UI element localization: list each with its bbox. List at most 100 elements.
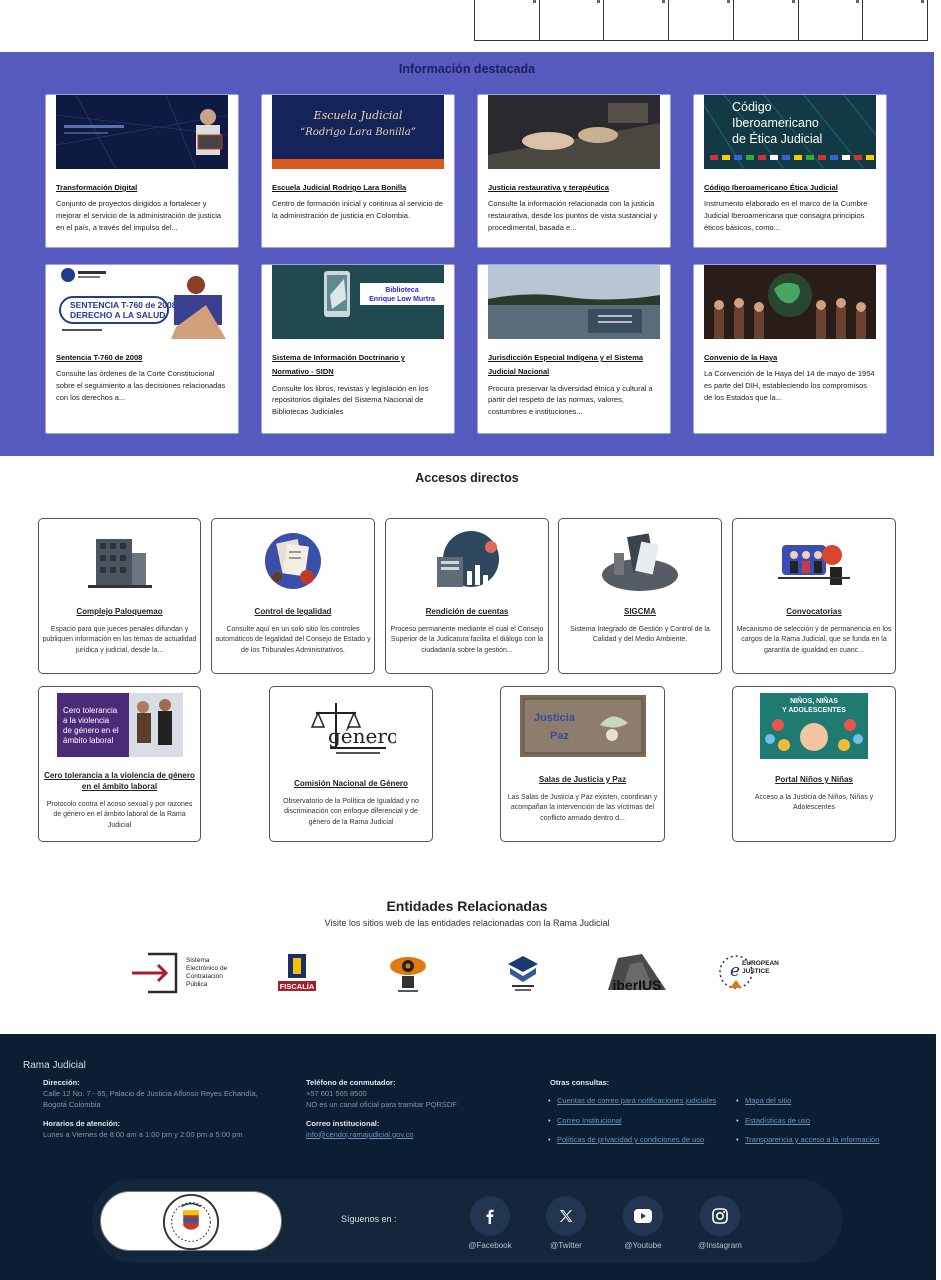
footer-contact-col: Dirección: Calle 12 No. 7 - 65, Palacio … [43,1078,283,1140]
european-justice-logo[interactable]: e EUROPEAN JUSTICE [718,950,782,996]
thumb-text: Justicia [534,712,576,724]
access-complejo-paloquemao[interactable]: Complejo Paloquemao Espacio para que jue… [38,518,201,674]
defensoria-logo[interactable] [506,954,540,992]
logo-text: Contratación [186,973,223,980]
card-title: Escuela Judicial Rodrigo Lara Bonilla [272,183,407,192]
access-cero-tolerancia[interactable]: Cero tolerancia a la violencia de género… [38,686,201,842]
access-desc: Protocolo contra el acoso sexual y por r… [46,800,193,829]
inpec-logo[interactable] [388,952,428,994]
access-title: Portal Niños y Niñas [775,775,853,784]
link-correo-institucional[interactable]: Correo Institucional [548,1116,720,1127]
facebook-icon [470,1196,510,1236]
access-control-legalidad[interactable]: Control de legalidad Consulte aquí en un… [211,518,375,674]
report-chart-icon [437,531,499,587]
justicia-paz-image: Justicia Paz [519,695,646,757]
related-subtitle: Visite los sitios web de las entidades r… [324,918,610,928]
facebook-link[interactable]: @Facebook [460,1196,520,1250]
link-cuentas-correo[interactable]: Cuentas de correo para notificaciones ju… [548,1096,720,1107]
link-mapa-sitio[interactable]: Mapa del sitio [736,1096,916,1107]
card-title: Jurisdicción Especial Indígena y el Sist… [488,353,644,377]
access-title: Comisión Nacional de Género [294,779,408,788]
access-justicia-paz[interactable]: Justicia Paz Salas de Justicia y Paz Las… [500,686,665,842]
link-estadisticas[interactable]: Estadísticas de uso [736,1116,916,1127]
transformacion-digital-image [56,95,228,169]
footer-links-right: Mapa del sitio Estadísticas de uso Trans… [736,1096,916,1155]
address-label: Dirección: [43,1078,80,1087]
footer-brand: Rama Judicial [23,1060,86,1071]
svg-text:Escuela Judicial: Escuela Judicial [313,109,403,122]
access-title: Salas de Justicia y Paz [538,775,627,784]
access-convocatorias[interactable]: Convocatorias Mecanismo de selección y d… [732,518,896,674]
card-sentencia-t760[interactable]: SENTENCIA T-760 de 2008 DERECHO A LA SAL… [45,264,239,434]
card-transformacion-digital[interactable]: Transformación Digital Conjunto de proye… [45,94,239,248]
calendar-cell[interactable] [474,0,540,41]
instagram-label: @Instagram [698,1241,742,1250]
fiscalia-logo[interactable]: FISCALÍA [276,952,318,994]
phone-value: +57 601 565 8500 [306,1088,367,1098]
instagram-link[interactable]: @Instagram [690,1196,750,1250]
sentencia-t760-image: SENTENCIA T-760 de 2008 DERECHO A LA SAL… [56,265,228,339]
card-title: Convenio de la Haya [704,353,778,362]
thumb-text: de género en el [63,726,119,735]
follow-label: Síguenos en : [341,1214,397,1224]
card-text: La Convención de la Haya del 14 de mayo … [704,369,875,402]
facebook-label: @Facebook [468,1241,512,1250]
escuela-judicial-image: Escuela Judicial “Rodrigo Lara Bonilla” [272,95,444,169]
twitter-link[interactable]: @Twitter [536,1196,596,1250]
footer-links-left: Cuentas de correo para notificaciones ju… [548,1096,720,1155]
secop-logo[interactable]: Sistema Electrónico de Contratación Públ… [130,950,236,996]
twitter-label: @Twitter [550,1241,582,1250]
access-rendicion-cuentas[interactable]: Rendición de cuentas Proceso permanente … [385,518,549,674]
thumb-text: género [328,724,396,748]
access-portal-ninos[interactable]: NIÑOS, NIÑAS Y ADOLESCENTES Portal Niños… [732,686,896,842]
link-politicas-privacidad[interactable]: Políticas de privacidad y condiciones de… [548,1135,720,1146]
thumb-text: DERECHO A LA SALUD [70,310,165,320]
card-justicia-restaurativa[interactable]: Justicia restaurativa y terapéutica Cons… [477,94,671,248]
people-meeting-icon [778,545,850,585]
featured-cards: Transformación Digital Conjunto de proye… [45,94,891,434]
logo-text: Sistema [186,957,210,964]
card-text: Centro de formación inicial y continua a… [272,199,443,220]
access-desc: Observatorio de la Política de Igualdad … [283,797,419,826]
other-label: Otras consultas: [550,1078,610,1087]
card-text: Consulte las órdenes de la Corte Constit… [56,369,226,402]
access-desc: Espacio para que jueces penales difundan… [42,625,197,654]
card-text: Instrumento elaborado en el marco de la … [704,199,868,232]
calendar-cell[interactable] [669,0,734,41]
justicia-restaurativa-image [488,95,660,169]
codigo-iberoamericano-image: Código Iberoamericano de Ética Judicial [704,95,876,169]
email-link[interactable]: info@cendoj.ramajudicial.gov.co [306,1130,536,1141]
access-title: SIGCMA [624,607,656,616]
card-escuela-judicial[interactable]: Escuela Judicial “Rodrigo Lara Bonilla” … [261,94,455,248]
thumb-text: Iberoamericano [732,116,819,130]
card-codigo-iberoamericano[interactable]: Código Iberoamericano de Ética Judicial … [693,94,887,248]
card-jurisdiccion-indigena[interactable]: Jurisdicción Especial Indígena y el Sist… [477,264,671,434]
calendar-cell[interactable] [539,0,605,41]
portal-ninos-image: NIÑOS, NIÑAS Y ADOLESCENTES [760,693,868,759]
access-comision-genero[interactable]: género Comisión Nacional de Género Obser… [269,686,433,842]
phone-label: Teléfono de conmutador: [306,1078,396,1087]
youtube-link[interactable]: @Youtube [613,1196,673,1250]
card-text: Consulte los libros, revistas y legislac… [272,383,429,416]
calendar-cell[interactable] [733,0,799,41]
calendar-cell[interactable] [863,0,929,41]
calendar-cell[interactable] [798,0,864,41]
card-title: Sentencia T-760 de 2008 [56,353,143,362]
link-transparencia[interactable]: Transparencia y acceso a la información [736,1135,916,1146]
access-desc: Consulte aquí en un solo sitio los contr… [215,625,371,654]
card-convenio-haya[interactable]: Convenio de la Haya La Convención de la … [693,264,887,434]
jurisdiccion-indigena-image [488,265,660,339]
thumb-text: de Ética Judicial [732,131,822,146]
calendar-cell[interactable] [604,0,670,41]
rama-judicial-seal-button[interactable] [100,1191,282,1251]
iberius-logo[interactable]: iberIUS [602,950,672,996]
card-sidn[interactable]: Biblioteca Enrique Low Murtra Sistema de… [261,264,455,434]
card-title: Sistema de Información Doctrinario y Nor… [272,353,405,377]
svg-text:“Rodrigo Lara Bonilla”: “Rodrigo Lara Bonilla” [300,127,416,138]
card-text: Consulte la información relacionada con … [488,199,658,232]
access-sigcma[interactable]: SIGCMA Sistema Integrado de Gestión y Co… [558,518,722,674]
access-title: Cero tolerancia a la violencia de género… [44,771,195,791]
thumb-text: Cero tolerancia [63,706,118,715]
card-text: Procura preservar la diversidad étnica y… [488,383,653,416]
access-desc: Mecanismo de selección y de permanencia … [736,625,892,654]
